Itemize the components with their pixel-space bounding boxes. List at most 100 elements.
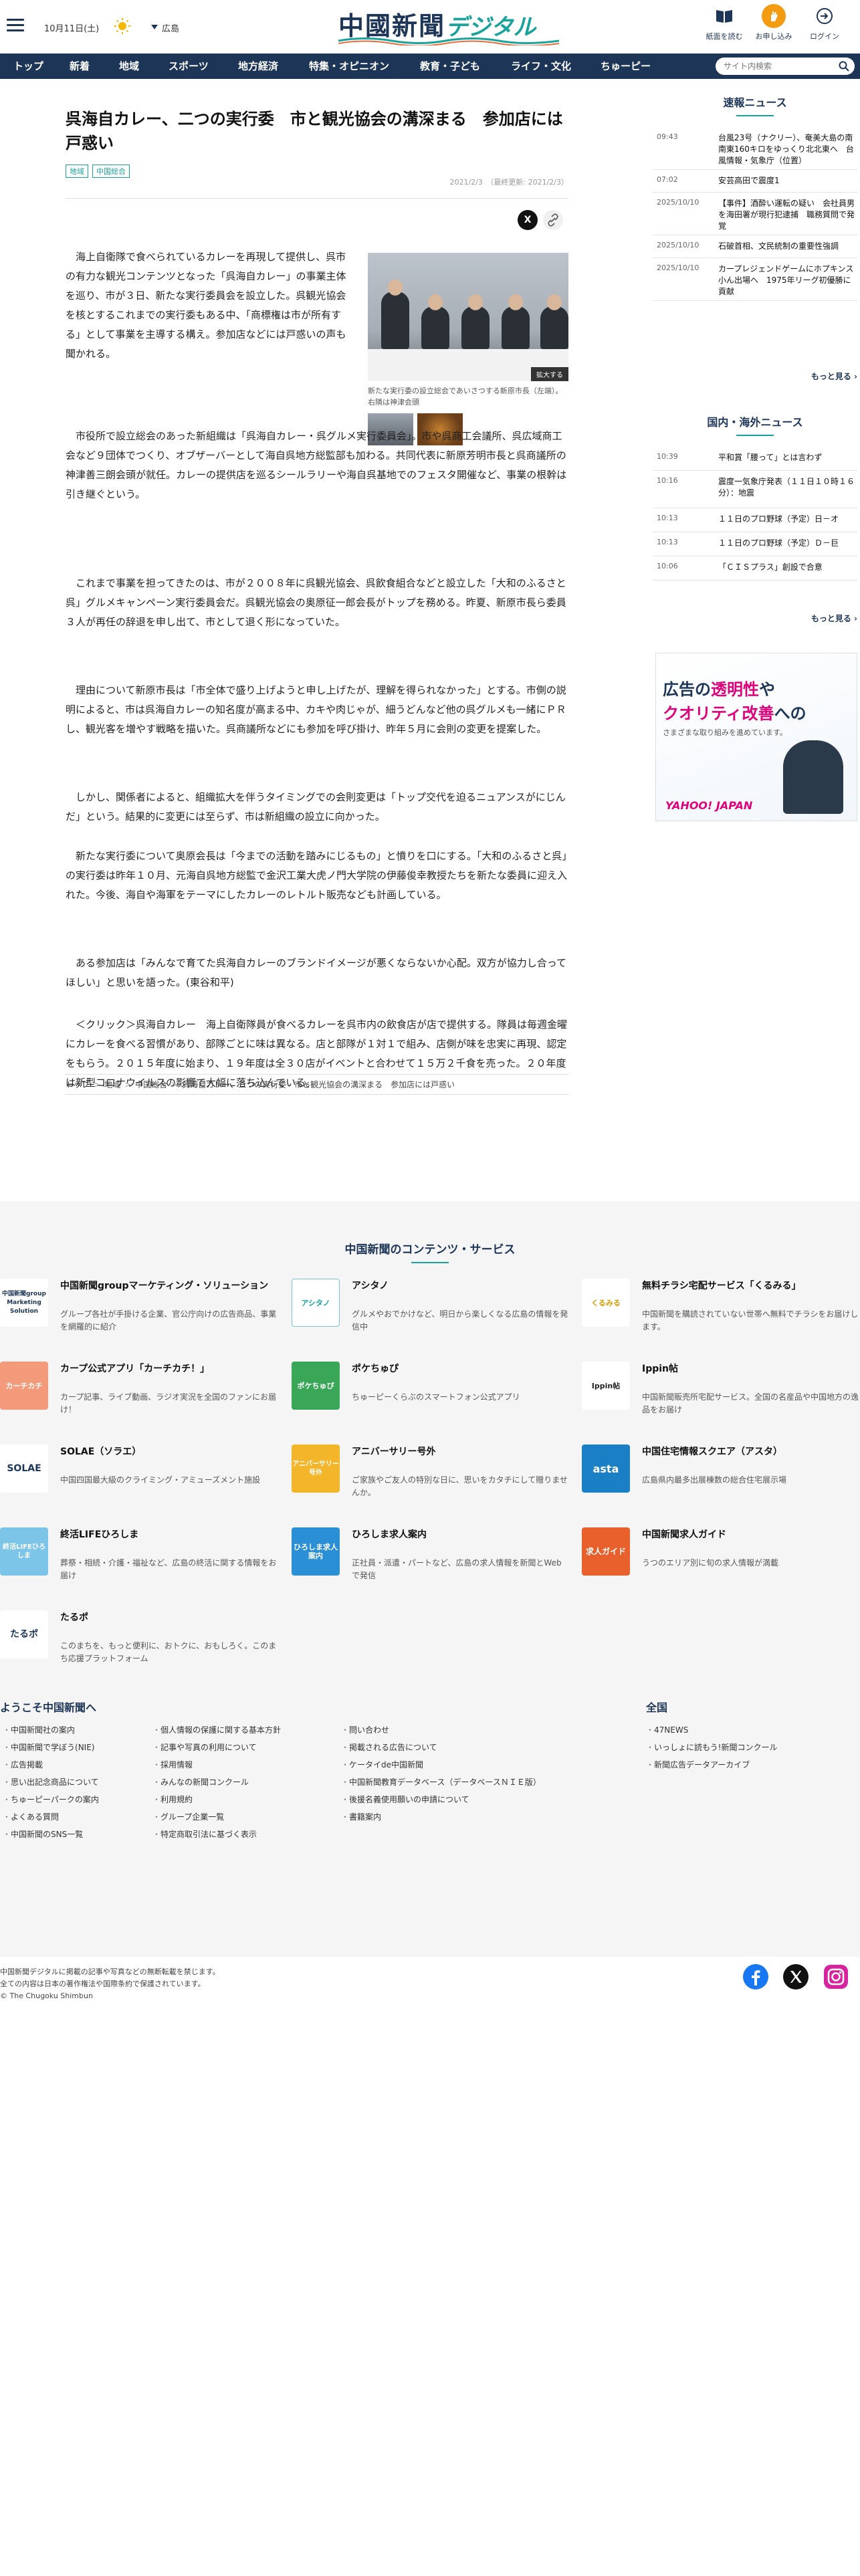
- facebook-icon[interactable]: [742, 1963, 769, 1990]
- service-card[interactable]: カーチカチ カープ公式アプリ「カーチカチ！」 カープ記事、ライブ動画、ラジオ実況…: [0, 1362, 281, 1415]
- search-icon[interactable]: [839, 61, 849, 72]
- service-card[interactable]: 求人ガイド 中国新聞求人ガイド うつのエリア別に旬の求人情報が満載: [582, 1527, 860, 1581]
- footer-link[interactable]: よくある質問: [3, 1808, 99, 1826]
- service-card[interactable]: ひろしま求人案内 ひろしま求人案内 正社員・派遣・パートなど、広島の求人情報を新…: [292, 1527, 572, 1581]
- tag-region[interactable]: 地域: [66, 165, 88, 178]
- photo-caption: 新たな実行委の設立総会であいさつする新原市長（左端）。右隣は神津会頭: [368, 387, 563, 407]
- news-item[interactable]: 10:39 平和賞「腰って」とは言わず: [653, 447, 857, 471]
- footer-link[interactable]: 中国新聞のSNS一覧: [3, 1826, 99, 1843]
- login-label: ログイン: [810, 32, 839, 41]
- service-logo: くるみる: [582, 1279, 630, 1327]
- article-photo[interactable]: 拡大する: [368, 253, 568, 381]
- news-item[interactable]: 10:16 震度一気象庁発表（１１日１０時１６分）：地震: [653, 471, 857, 508]
- caret-down-icon: [151, 25, 158, 33]
- news-item[interactable]: 2025/10/10 カープレジェンドゲームにホプキンス小ん出場へ 1975年リー…: [653, 258, 857, 301]
- breadcrumb: トップ > 地域 > 中国総合 > 呉海自カレー、二つの実行委 市と観光協会の溝深まる 参加…: [66, 1074, 568, 1095]
- instagram-icon[interactable]: [823, 1963, 849, 1990]
- sidebar-ad[interactable]: 広告の透明性や クオリティ改善への さまざまな取り組みを進めています。 YAHO…: [655, 653, 857, 821]
- service-name: カープ公式アプリ「カーチカチ！」: [60, 1364, 210, 1374]
- footer-link[interactable]: いっしょに読もう!新聞コンクール: [646, 1739, 777, 1756]
- news-headline: カープレジェンドゲームにホプキンス小ん出場へ 1975年リーグ初優勝に貢献: [718, 264, 854, 296]
- read-paper-label: 紙面を読む: [706, 32, 743, 41]
- site-header: 10月11日(土) 広島 中國新聞デジタル 紙面を読む お申し込み ログイン: [0, 0, 860, 53]
- service-card[interactable]: SOLAE SOLAE（ソラエ） 中国四国最大級のクライミング・アミューズメント…: [0, 1444, 281, 1498]
- nav-life[interactable]: ライフ・文化: [511, 53, 571, 79]
- nav-sports[interactable]: スポーツ: [169, 53, 209, 79]
- nav-economy[interactable]: 地方経済: [238, 53, 278, 79]
- service-card[interactable]: アニバーサリー号外 アニバーサリー号外 ご家族やご友人の特別な日に、思いをカタチ…: [292, 1444, 572, 1498]
- zoom-button[interactable]: 拡大する: [531, 367, 568, 381]
- service-card[interactable]: くるみる 無料チラシ宅配サービス「くるみる」 中国新聞を購読されていない世帯へ無…: [582, 1279, 860, 1332]
- breadcrumb-item[interactable]: 中国総合: [135, 1080, 167, 1089]
- footer-link[interactable]: 書籍案内: [341, 1808, 541, 1826]
- footer-link[interactable]: 後援名義使用願いの申請について: [341, 1791, 541, 1808]
- footer-link[interactable]: 問い合わせ: [341, 1721, 541, 1739]
- footer-link[interactable]: 新聞広告データアーカイブ: [646, 1756, 777, 1774]
- footer-link[interactable]: 個人情報の保護に関する基本方針: [152, 1721, 281, 1739]
- domestic-more-link[interactable]: もっと見る: [811, 613, 857, 624]
- service-card[interactable]: ポケちゅぴ ポケちゅぴ ちゅーピーくらぶのスマートフォン公式アプリ: [292, 1362, 572, 1415]
- news-headline: 台風23号（ナクリー）、奄美大島の南南東160キロをゆっくり北北東へ 台風情報・…: [718, 133, 854, 165]
- news-time: 09:43: [657, 132, 678, 141]
- menu-icon[interactable]: [7, 19, 24, 32]
- footer-link[interactable]: 利用規約: [152, 1791, 281, 1808]
- footer-link[interactable]: グループ企業一覧: [152, 1808, 281, 1826]
- photo-head: [468, 294, 483, 310]
- news-item[interactable]: 2025/10/10 【事件】酒酔い運転の疑い 会社員男を海田署が現行犯逮捕 職務…: [653, 193, 857, 235]
- breadcrumb-item[interactable]: 地域: [104, 1080, 120, 1089]
- region-selector[interactable]: 広島: [151, 21, 179, 34]
- service-card[interactable]: 中国新聞group Marketing Solution 中国新聞groupマー…: [0, 1279, 281, 1332]
- footer-link[interactable]: ケータイde中国新聞: [341, 1756, 541, 1774]
- news-item[interactable]: 09:43 台風23号（ナクリー）、奄美大島の南南東160キロをゆっくり北北東へ …: [653, 127, 857, 170]
- login-button[interactable]: ログイン: [800, 4, 849, 41]
- service-desc: 中国新聞を購読されていない世帯へ無料でチラシをお届けします。: [642, 1309, 859, 1331]
- news-item[interactable]: 10:13 １１日のプロ野球（予定）Ｄ－巨: [653, 532, 857, 556]
- news-item[interactable]: 10:06 「ＣＩＳプラス」創設で合意: [653, 556, 857, 580]
- site-logo[interactable]: 中國新聞デジタル: [338, 5, 559, 45]
- footer-link[interactable]: 47NEWS: [646, 1721, 777, 1739]
- service-card[interactable]: 終活LIFEひろしま 終活LIFEひろしま 葬祭・相続・介護・福祉など、広島の終…: [0, 1527, 281, 1581]
- nav-education[interactable]: 教育・子ども: [420, 53, 480, 79]
- nav-region[interactable]: 地域: [119, 53, 139, 79]
- news-item[interactable]: 10:13 １１日のプロ野球（予定）日－オ: [653, 508, 857, 532]
- nav-new[interactable]: 新着: [70, 53, 90, 79]
- news-item[interactable]: 07:02 安芸高田で震度1: [653, 170, 857, 193]
- service-card[interactable]: アシタノ アシタノ グルメやおでかけなど、明日から楽しくなる広島の情報を発信中: [292, 1279, 572, 1332]
- subscribe-button[interactable]: お申し込み: [749, 4, 798, 41]
- nav-opinion[interactable]: 特集・オピニオン: [309, 53, 389, 79]
- service-card[interactable]: asta 中国住宅情報スクエア（アスタ） 広島県内最多出展棟数の総合住宅展示場: [582, 1444, 860, 1498]
- service-desc: 広島県内最多出展棟数の総合住宅展示場: [642, 1475, 787, 1485]
- footer-link[interactable]: ちゅーピーパークの案内: [3, 1791, 99, 1808]
- share-x-button[interactable]: X: [518, 210, 538, 230]
- tag-chugoku[interactable]: 中国総合: [92, 165, 130, 178]
- footer-link[interactable]: 記事や写真の利用について: [152, 1739, 281, 1756]
- footer-link[interactable]: 広告掲載: [3, 1756, 99, 1774]
- nav-chupi[interactable]: ちゅーピー: [601, 53, 651, 79]
- footer-link[interactable]: 中国新聞教育データベース（データベースＮＩＥ版）: [341, 1774, 541, 1791]
- article-paragraph: 新たな実行委について奥原会長は「今までの活動を踏みにじるもの」と憤りを口にする。…: [66, 850, 568, 901]
- breaking-more-link[interactable]: もっと見る: [811, 370, 857, 382]
- news-headline: 石破首相、文民統制の重要性強調: [718, 241, 839, 251]
- footer-link[interactable]: 中国新聞で学ぼう(NIE): [3, 1739, 99, 1756]
- read-paper-button[interactable]: 紙面を読む: [700, 4, 749, 41]
- photo-head: [508, 294, 523, 310]
- search-input[interactable]: [716, 58, 829, 75]
- service-card[interactable]: Ippin帖 Ippin帖 中国新聞販売所宅配サービス。全国の名産品や中国地方の…: [582, 1362, 860, 1415]
- photo-person: [421, 306, 449, 349]
- footer-link[interactable]: 特定商取引法に基づく表示: [152, 1826, 281, 1843]
- service-card[interactable]: たるポ たるポ このまちを、もっと便利に、おトクに、おもしろく。このまち応援プラ…: [0, 1610, 281, 1664]
- copy-link-button[interactable]: [543, 210, 563, 230]
- nav-top[interactable]: トップ: [13, 53, 43, 79]
- footer-link[interactable]: 掲載される広告について: [341, 1739, 541, 1756]
- footer-link[interactable]: 採用情報: [152, 1756, 281, 1774]
- footer-link[interactable]: みんなの新聞コンクール: [152, 1774, 281, 1791]
- footer-link[interactable]: 思い出記念商品について: [3, 1774, 99, 1791]
- service-desc: グルメやおでかけなど、明日から楽しくなる広島の情報を発信中: [352, 1309, 568, 1331]
- service-logo: SOLAE: [0, 1444, 48, 1493]
- x-icon[interactable]: [782, 1963, 809, 1990]
- footer-link[interactable]: 中国新聞社の案内: [3, 1721, 99, 1739]
- breadcrumb-item[interactable]: トップ: [66, 1080, 90, 1089]
- news-item[interactable]: 2025/10/10 石破首相、文民統制の重要性強調: [653, 235, 857, 258]
- service-desc: カープ記事、ライブ動画、ラジオ実況を全国のファンにお届け！: [60, 1392, 277, 1414]
- sunny-weather-icon: [114, 18, 130, 34]
